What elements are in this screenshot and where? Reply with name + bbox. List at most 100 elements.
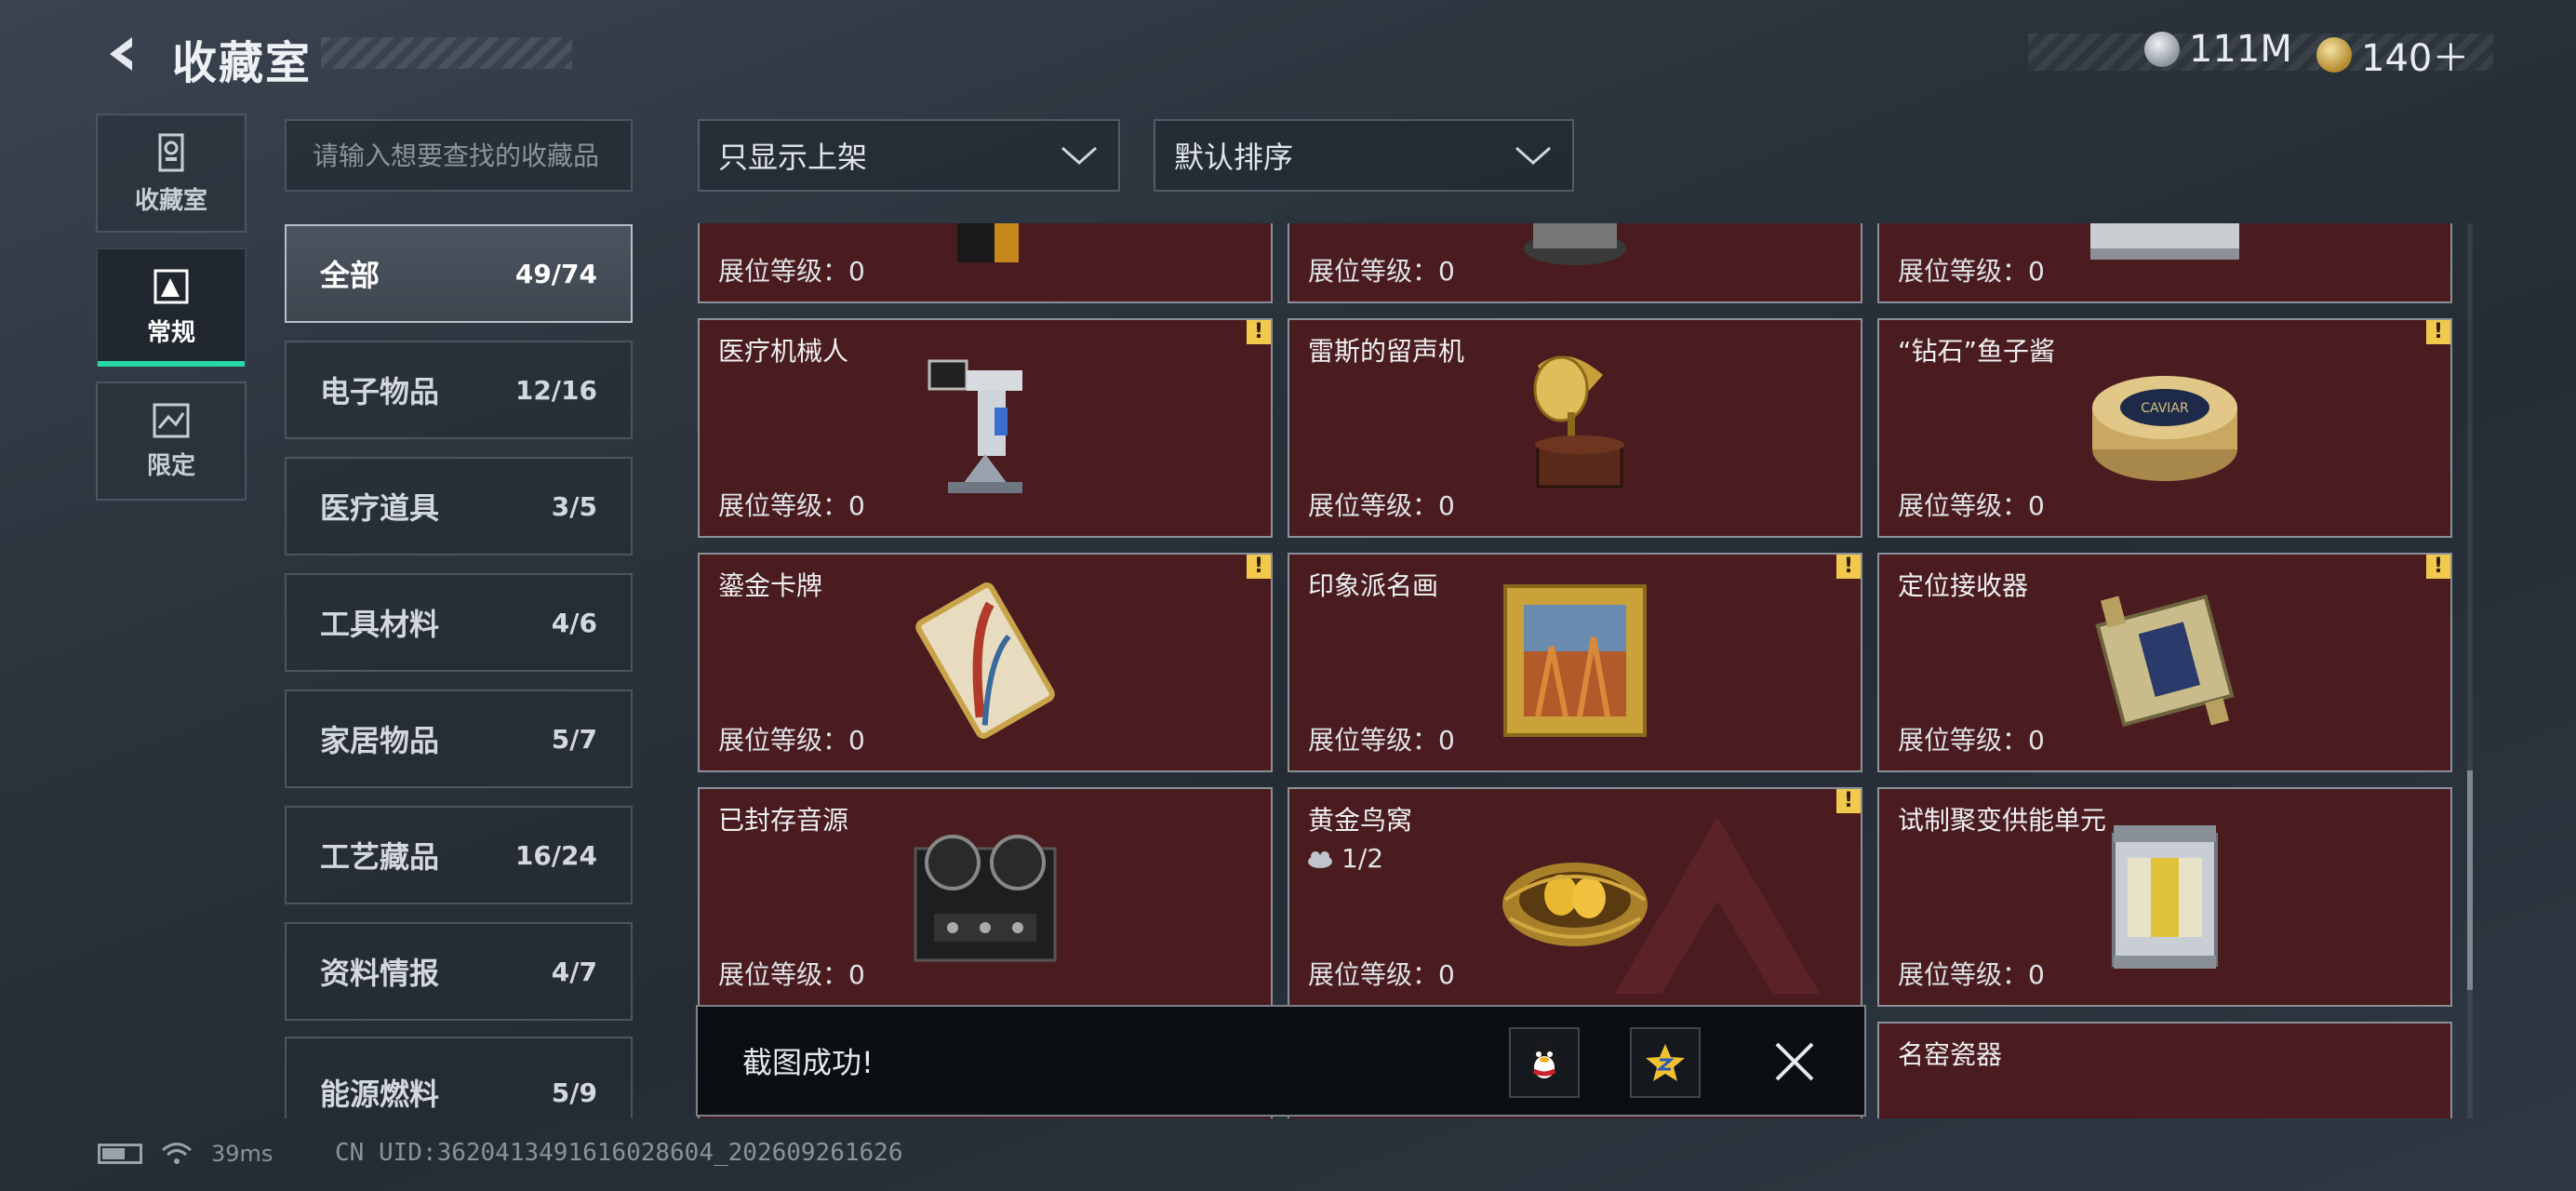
collection-card[interactable]: 试制聚变供能单元 展位等级：0 bbox=[1877, 787, 2452, 1007]
share-qzone-button[interactable] bbox=[1630, 1027, 1701, 1098]
category-count: 12/16 bbox=[514, 374, 597, 406]
document-icon bbox=[153, 269, 189, 303]
impressionist-painting-image bbox=[1501, 582, 1649, 743]
item-image bbox=[1515, 223, 1635, 271]
category-crafts[interactable]: 工艺藏品 16/24 bbox=[285, 806, 633, 904]
gilded-card-image bbox=[897, 577, 1074, 748]
collection-card[interactable]: 展位等级：0 bbox=[698, 223, 1273, 303]
collection-card[interactable]: 黄金鸟窝 ! 1/2 展位等级：0 bbox=[1288, 787, 1862, 1007]
item-image bbox=[929, 223, 1041, 275]
status-footer: 39ms bbox=[98, 1141, 273, 1167]
currency-2-value[interactable]: 140＋ bbox=[2361, 28, 2469, 82]
display-level: 展位等级：0 bbox=[1898, 725, 2045, 756]
display-level: 展位等级：0 bbox=[1898, 490, 2045, 521]
item-image bbox=[2081, 223, 2249, 271]
qq-penguin-icon bbox=[1529, 1043, 1559, 1080]
category-all[interactable]: 全部 49/74 bbox=[285, 224, 633, 323]
category-count: 16/24 bbox=[514, 839, 597, 871]
chevron-down-icon bbox=[1061, 146, 1097, 166]
warning-badge: ! bbox=[1836, 555, 1861, 579]
sort-dropdown[interactable]: 默认排序 bbox=[1154, 119, 1574, 192]
category-label: 家居物品 bbox=[320, 723, 440, 758]
progress-counter: 1/2 bbox=[1306, 843, 1383, 874]
back-button[interactable] bbox=[97, 28, 149, 80]
item-name: 雷斯的留声机 bbox=[1308, 336, 1465, 367]
screenshot-toast: 截图成功! bbox=[696, 1005, 1866, 1117]
display-filter-dropdown[interactable]: 只显示上架 bbox=[698, 119, 1120, 192]
qzone-star-icon bbox=[1646, 1044, 1685, 1081]
gramophone-image bbox=[1510, 347, 1640, 509]
medical-robot-image bbox=[920, 352, 1050, 504]
golden-nest-image bbox=[1496, 835, 1654, 959]
category-intel[interactable]: 资料情报 4/7 bbox=[285, 922, 633, 1021]
ping-value: 39ms bbox=[211, 1141, 274, 1167]
collection-card[interactable]: 已封存音源 展位等级：0 bbox=[698, 787, 1273, 1007]
category-count: 4/6 bbox=[551, 607, 597, 638]
collection-card[interactable]: 展位等级：0 bbox=[1288, 223, 1862, 303]
toast-close-button[interactable] bbox=[1771, 1038, 1818, 1085]
nest-icon bbox=[1308, 850, 1332, 868]
search-input[interactable] bbox=[285, 119, 633, 192]
caviar-tin-image: CAVIAR bbox=[2086, 366, 2244, 490]
collection-card[interactable]: 定位接收器 ! 展位等级：0 bbox=[1877, 553, 2452, 772]
display-level: 展位等级：0 bbox=[1308, 959, 1455, 990]
category-label: 工艺藏品 bbox=[320, 839, 440, 875]
category-tools[interactable]: 工具材料 4/6 bbox=[285, 573, 633, 672]
wifi-icon bbox=[162, 1143, 192, 1164]
scrollbar-thumb[interactable] bbox=[2467, 770, 2473, 990]
category-label: 医疗道具 bbox=[320, 490, 440, 526]
svg-text:CAVIAR: CAVIAR bbox=[2141, 401, 2189, 416]
gold-coin-icon bbox=[2316, 37, 2352, 73]
collection-card[interactable]: 医疗机械人 ! 展位等级：0 bbox=[698, 318, 1273, 538]
item-name: 印象派名画 bbox=[1308, 570, 1439, 601]
collection-card[interactable]: 展位等级：0 bbox=[1877, 223, 2452, 303]
display-level: 展位等级：0 bbox=[1308, 725, 1455, 756]
collection-card[interactable]: 印象派名画 ! 展位等级：0 bbox=[1288, 553, 1862, 772]
page-title: 收藏室 bbox=[172, 37, 313, 89]
category-label: 资料情报 bbox=[320, 956, 440, 991]
sort-value: 默认排序 bbox=[1174, 140, 1294, 175]
collection-card[interactable]: 鎏金卡牌 ! 展位等级：0 bbox=[698, 553, 1273, 772]
warning-badge: ! bbox=[1247, 555, 1271, 579]
display-level: 展位等级：0 bbox=[718, 725, 865, 756]
category-count: 5/7 bbox=[551, 723, 597, 755]
category-household[interactable]: 家居物品 5/7 bbox=[285, 689, 633, 788]
category-label: 工具材料 bbox=[320, 607, 440, 642]
currency-2: 140＋ bbox=[2316, 28, 2469, 82]
side-tab-regular[interactable]: 常规 bbox=[96, 248, 247, 367]
display-level: 展位等级：0 bbox=[718, 959, 865, 990]
item-name: 黄金鸟窝 bbox=[1308, 805, 1413, 836]
sealed-audio-image bbox=[906, 821, 1064, 973]
progress-value: 1/2 bbox=[1341, 843, 1384, 874]
landscape-icon bbox=[153, 403, 190, 437]
locator-receiver-image bbox=[2081, 582, 2249, 743]
share-qq-button[interactable] bbox=[1509, 1027, 1580, 1098]
collection-card[interactable]: 名窑瓷器 bbox=[1877, 1022, 2452, 1118]
display-level: 展位等级：0 bbox=[1898, 959, 2045, 990]
side-tab-collection-room[interactable]: 收藏室 bbox=[96, 114, 247, 233]
side-tab-limited[interactable]: 限定 bbox=[96, 381, 247, 501]
warning-badge: ! bbox=[1247, 320, 1271, 344]
collection-card[interactable]: “钻石”鱼子酱 ! CAVIAR 展位等级：0 bbox=[1877, 318, 2452, 538]
item-name: 医疗机械人 bbox=[718, 336, 849, 367]
category-energy[interactable]: 能源燃料 5/9 bbox=[285, 1037, 633, 1118]
category-count: 49/74 bbox=[514, 258, 597, 289]
side-tab-label: 限定 bbox=[146, 451, 195, 480]
warning-badge: ! bbox=[2426, 320, 2450, 344]
chevron-down-icon bbox=[1515, 146, 1551, 166]
title-decoration bbox=[321, 37, 572, 69]
display-level: 展位等级：0 bbox=[1898, 256, 2045, 287]
category-count: 3/5 bbox=[551, 490, 597, 522]
silver-coin-icon bbox=[2144, 32, 2180, 67]
item-name: “钻石”鱼子酱 bbox=[1898, 336, 2056, 367]
side-tab-label: 收藏室 bbox=[134, 186, 207, 215]
collection-card[interactable]: 雷斯的留声机 展位等级：0 bbox=[1288, 318, 1862, 538]
warning-badge: ! bbox=[2426, 555, 2450, 579]
display-level: 展位等级：0 bbox=[718, 490, 865, 521]
item-name: 名窑瓷器 bbox=[1898, 1039, 2003, 1070]
close-icon bbox=[1775, 1042, 1814, 1081]
collection-grid: 展位等级：0 展位等级：0 展位等级：0 医疗机械人 ! 展位等级：0 雷斯的留… bbox=[696, 223, 2454, 1118]
category-label: 全部 bbox=[320, 258, 380, 293]
category-electronics[interactable]: 电子物品 12/16 bbox=[285, 341, 633, 439]
category-medical[interactable]: 医疗道具 3/5 bbox=[285, 457, 633, 555]
